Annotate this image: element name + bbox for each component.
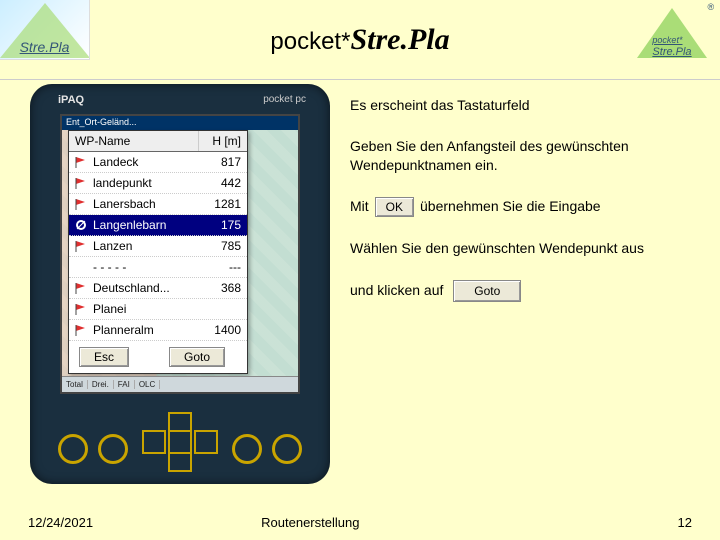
waypoint-name: Langenlebarn [93,218,203,232]
instruction-5: und klicken auf Goto [350,280,702,302]
device-screen: Ent_Ort-Geländ... WP-Name H [m] Landeck8… [60,114,300,394]
goto-button-inline[interactable]: Goto [453,280,521,302]
esc-button[interactable]: Esc [79,347,129,367]
goto-button[interactable]: Goto [169,347,225,367]
waypoint-name: Landeck [93,155,203,169]
slide-header: Stre.Pla pocket*Stre.Pla ® pocket* Stre.… [0,0,720,80]
tab-item[interactable]: FAI [114,380,135,389]
tab-item[interactable]: OLC [135,380,160,389]
tab-item[interactable]: Drei. [88,380,114,389]
waypoint-name: Lanzen [93,239,203,253]
waypoint-icon [73,280,89,296]
title-main: Stre.Pla [350,23,449,56]
hw-button-2[interactable] [98,434,128,464]
logo-right-text: pocket* Stre.Pla [652,34,691,64]
waypoint-header: WP-Name H [m] [69,131,247,152]
device-brand: iPAQ [58,94,84,106]
hw-button-3[interactable] [232,434,262,464]
screen-titlebar: Ent_Ort-Geländ... [62,116,298,130]
waypoint-icon [73,196,89,212]
waypoint-icon [73,217,89,233]
ok-button-inline[interactable]: OK [375,197,414,217]
footer-date: 12/24/2021 [28,515,93,530]
instruction-1: Es erscheint das Tastaturfeld [350,96,702,115]
table-row[interactable]: Landeck817 [69,152,247,173]
waypoint-name: landepunkt [93,176,203,190]
logo-left-text: Stre.Pla [20,39,70,59]
footer-page: 12 [678,515,692,530]
waypoint-height: 817 [203,155,247,169]
hardware-controls [30,406,330,476]
trademark-icon: ® [707,2,714,12]
instruction-3: Mit OK übernehmen Sie die Eingabe [350,197,702,217]
col-height: H [m] [199,131,247,151]
table-row[interactable]: Planei [69,299,247,320]
waypoint-icon [73,238,89,254]
hw-button-4[interactable] [272,434,302,464]
waypoint-name: Planneralm [93,323,203,337]
waypoint-icon [73,175,89,191]
slide-title: pocket*Stre.Pla [270,23,449,57]
waypoint-height: 785 [203,239,247,253]
instructions: Es erscheint das Tastaturfeld Geben Sie … [350,80,720,484]
device-platform: pocket pc [263,94,306,105]
table-row[interactable]: Lanzen785 [69,236,247,257]
waypoint-window: WP-Name H [m] Landeck817landepunkt442Lan… [68,130,248,374]
dpad-center[interactable] [168,430,192,454]
col-name: WP-Name [69,131,199,151]
dpad-left[interactable] [142,430,166,454]
table-row[interactable]: Lanersbach1281 [69,194,247,215]
waypoint-icon [73,301,89,317]
tab-item[interactable]: Total [62,380,88,389]
table-row[interactable]: Langenlebarn175 [69,215,247,236]
table-row[interactable]: Planneralm1400 [69,320,247,341]
table-row[interactable]: - - - - ---- [69,257,247,278]
dpad-right[interactable] [194,430,218,454]
table-row[interactable]: landepunkt442 [69,173,247,194]
waypoint-name: Lanersbach [93,197,203,211]
logo-right: ® pocket* Stre.Pla [632,4,712,64]
dpad [140,412,220,472]
waypoint-height: 368 [203,281,247,295]
pda-device: iPAQ pocket pc Ent_Ort-Geländ... WP-Name… [30,84,330,484]
hw-button-1[interactable] [58,434,88,464]
waypoint-icon [73,322,89,338]
waypoint-icon [73,154,89,170]
screen-tabbar: Total Drei. FAI OLC [62,376,298,392]
logo-left: Stre.Pla [0,0,90,60]
waypoint-name: - - - - - [93,260,203,274]
slide-footer: 12/24/2021 Routenerstellung 12 [0,515,720,530]
title-prefix: pocket* [270,28,350,55]
waypoint-height: 442 [203,176,247,190]
footer-section: Routenerstellung [261,515,359,530]
instruction-4: Wählen Sie den gewünschten Wendepunkt au… [350,239,702,258]
instruction-2: Geben Sie den Anfangsteil des gewünschte… [350,137,702,175]
waypoint-icon [73,259,89,275]
waypoint-height: 1400 [203,323,247,337]
table-row[interactable]: Deutschland...368 [69,278,247,299]
waypoint-name: Deutschland... [93,281,203,295]
waypoint-name: Planei [93,302,203,316]
waypoint-height: 1281 [203,197,247,211]
waypoint-height: 175 [203,218,247,232]
waypoint-height: --- [203,260,247,274]
